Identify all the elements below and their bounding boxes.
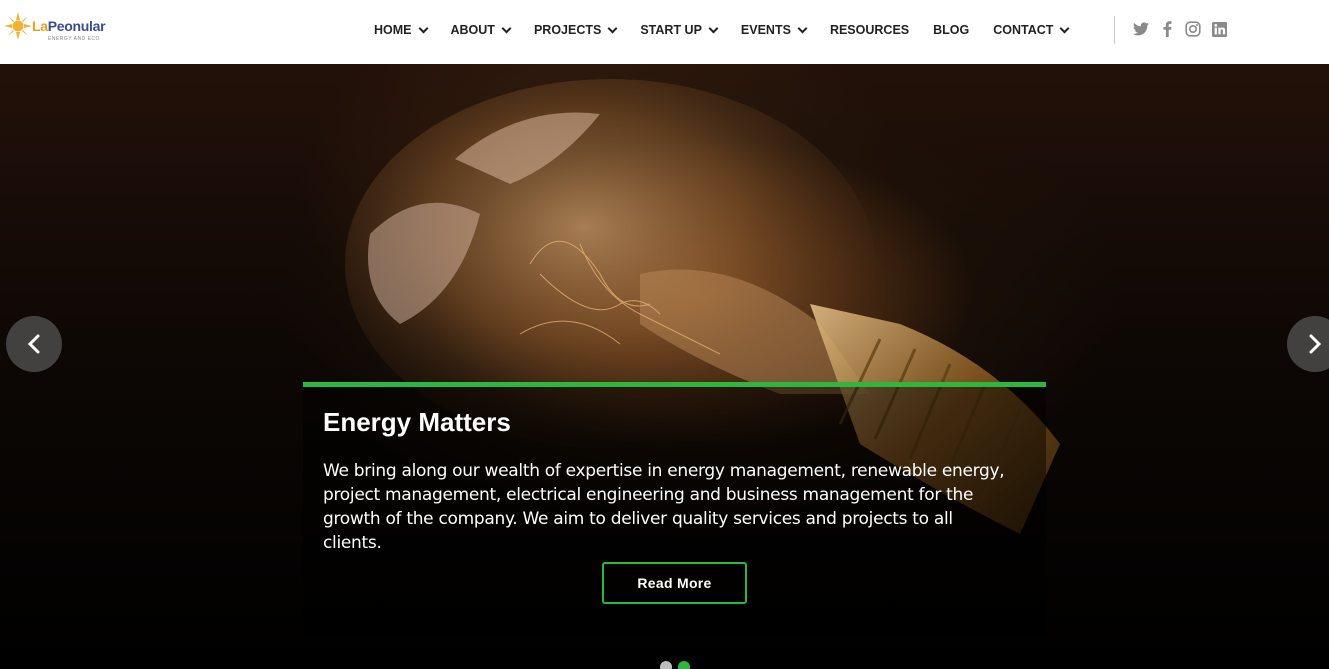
nav-divider: [1114, 16, 1115, 44]
site-logo[interactable]: LaPeonular ENERGY AND ECO: [4, 10, 114, 44]
nav-item-blog[interactable]: BLOG: [921, 0, 981, 60]
slider-pagination: [660, 661, 696, 669]
chevron-down-icon: [607, 23, 618, 33]
chevron-right-icon: [1309, 334, 1322, 354]
nav-item-label: START UP: [640, 23, 702, 37]
nav-item-about[interactable]: ABOUT: [439, 0, 522, 60]
instagram-icon[interactable]: [1184, 20, 1202, 38]
twitter-icon[interactable]: [1132, 20, 1150, 38]
nav-item-label: HOME: [374, 23, 412, 37]
nav-item-label: BLOG: [933, 23, 970, 37]
nav-item-start-up[interactable]: START UP: [628, 0, 729, 60]
chevron-down-icon: [1059, 23, 1070, 33]
logo-suffix: Peonular: [47, 18, 106, 34]
hero-slider: Energy Matters We bring along our wealth…: [0, 64, 1329, 669]
prev-slide-button[interactable]: [6, 316, 62, 372]
nav-item-projects[interactable]: PROJECTS: [522, 0, 628, 60]
slider-dot[interactable]: [660, 661, 672, 669]
sun-logo-icon: [4, 12, 32, 40]
logo-tagline: ENERGY AND ECO: [48, 36, 100, 42]
slide-description: We bring along our wealth of expertise i…: [323, 461, 1005, 553]
chevron-down-icon: [797, 23, 808, 33]
nav-item-label: RESOURCES: [829, 23, 910, 37]
slide-caption: Energy Matters We bring along our wealth…: [303, 382, 1046, 635]
nav-item-label: ABOUT: [450, 23, 495, 37]
logo-prefix: La: [32, 18, 48, 34]
chevron-down-icon: [418, 23, 428, 33]
nav-item-events[interactable]: EVENTS: [729, 0, 818, 60]
social-links: [1132, 20, 1236, 38]
nav-item-label: PROJECTS: [533, 23, 602, 37]
chevron-down-icon: [501, 23, 512, 33]
chevron-left-icon: [27, 334, 40, 354]
chevron-down-icon: [708, 23, 719, 33]
nav-item-label: CONTACT: [993, 23, 1054, 37]
nav-item-contact[interactable]: CONTACT: [981, 0, 1080, 60]
facebook-icon[interactable]: [1158, 20, 1176, 38]
logo-wordmark: LaPeonular: [32, 18, 106, 34]
slide-title: Energy Matters: [323, 407, 511, 437]
nav-item-label: EVENTS: [740, 23, 791, 37]
slider-dot[interactable]: [678, 661, 690, 669]
nav-item-home[interactable]: HOME: [362, 0, 439, 60]
linkedin-icon[interactable]: [1210, 20, 1228, 38]
read-more-button[interactable]: Read More: [602, 562, 747, 604]
site-header: LaPeonular ENERGY AND ECO HOME ABOUT PROJE…: [0, 0, 1329, 64]
nav-item-resources[interactable]: RESOURCES: [818, 0, 921, 60]
main-nav: HOME ABOUT PROJECTS START UP EVENTS RESOURCES…: [362, 0, 1080, 60]
